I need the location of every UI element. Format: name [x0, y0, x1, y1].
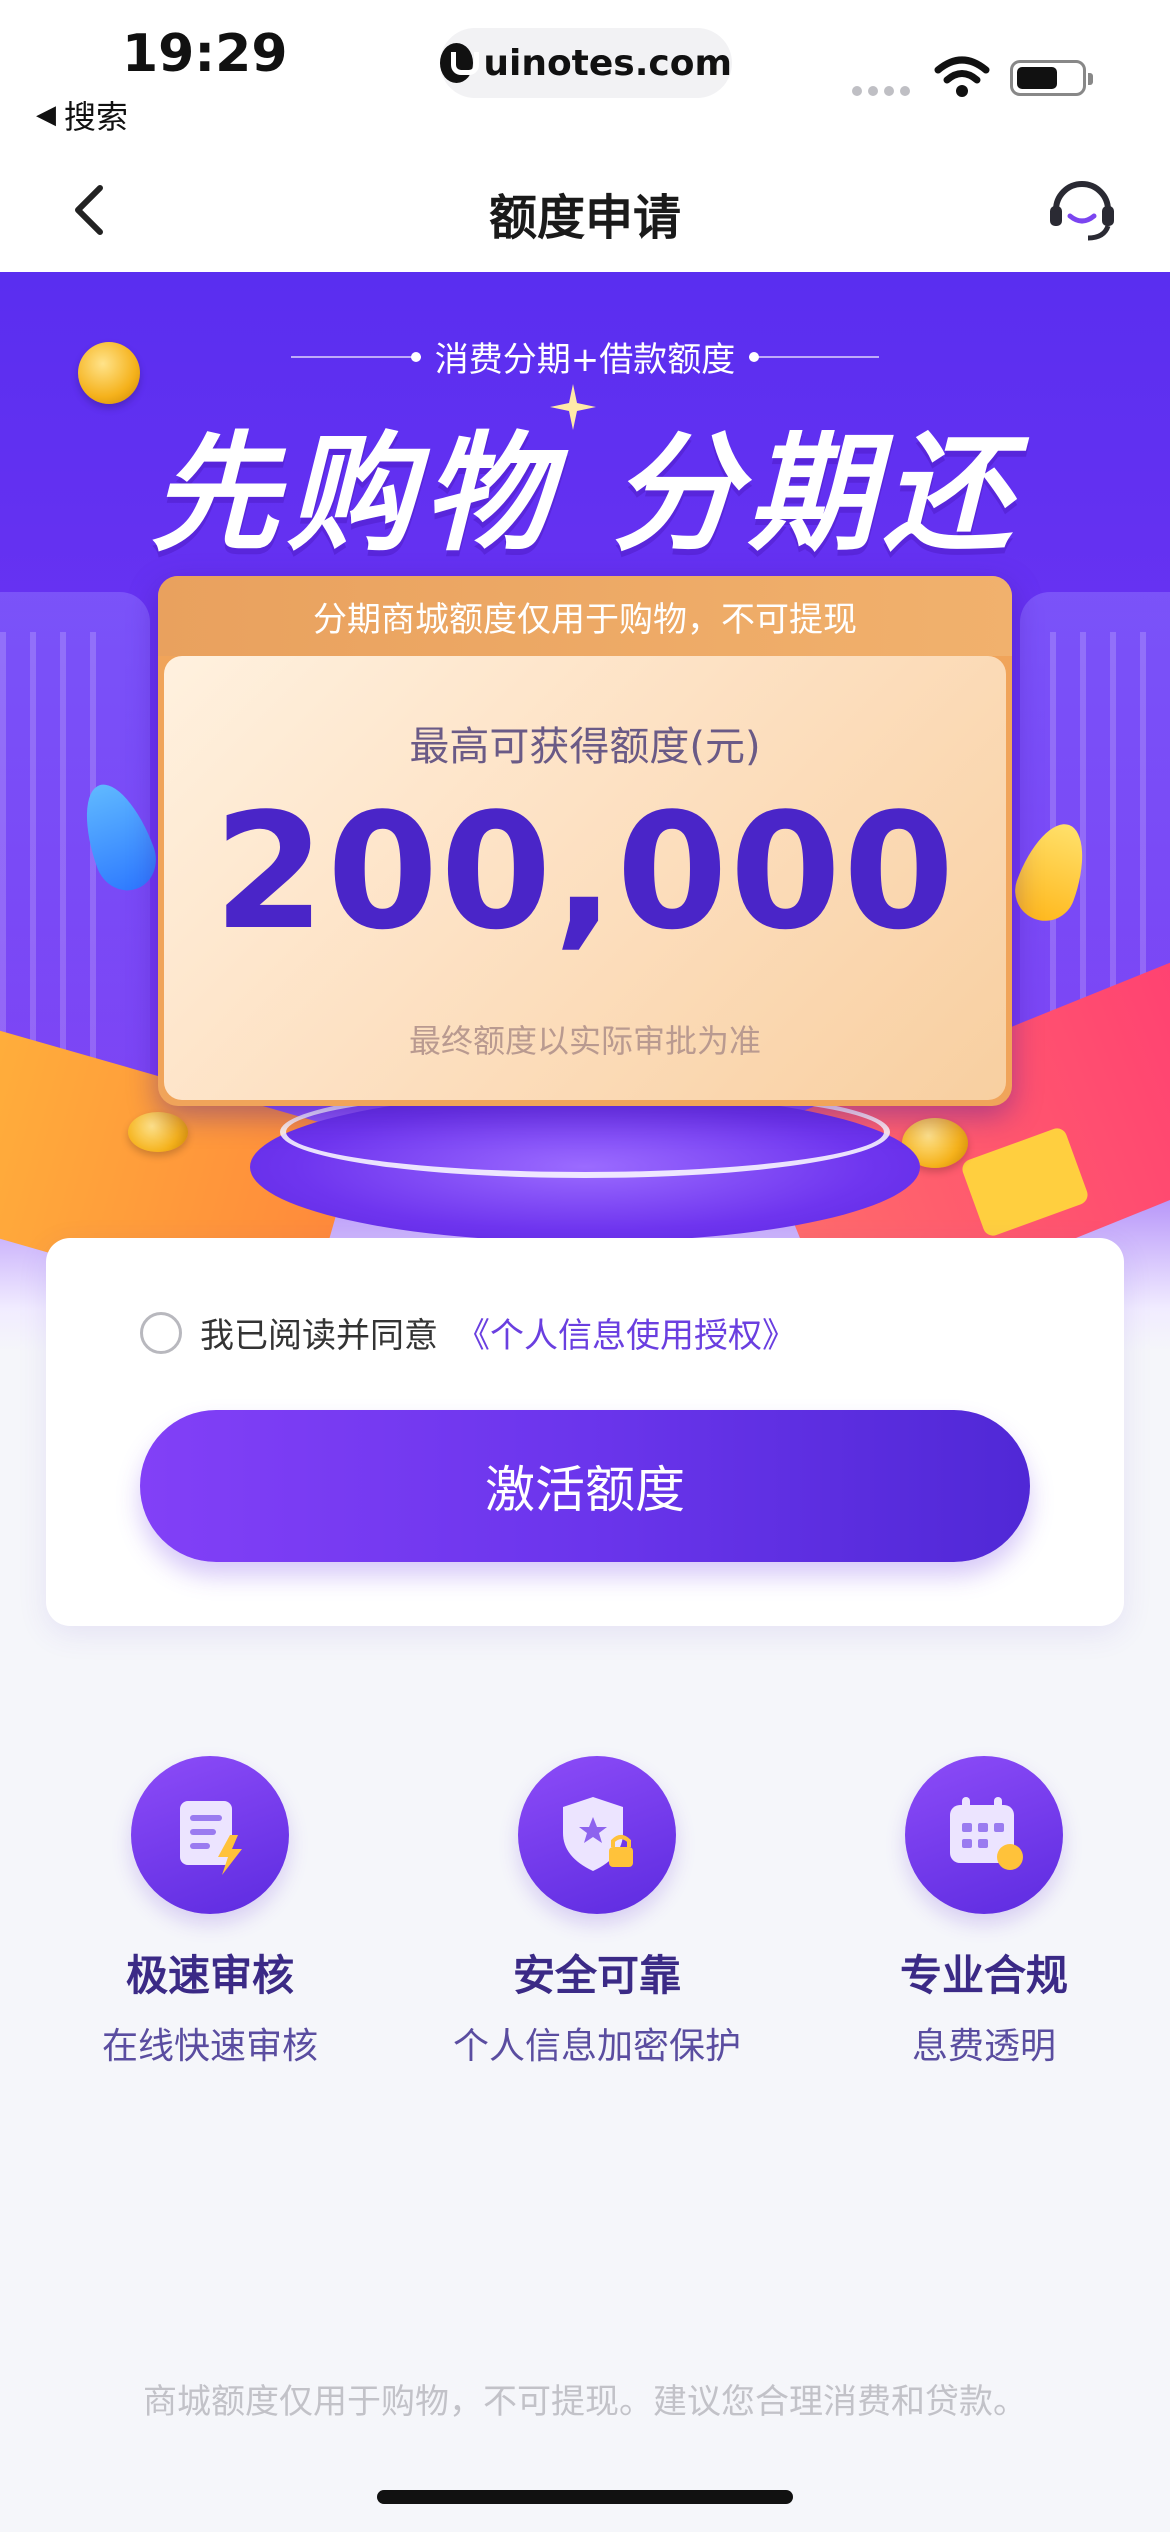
status-bar: 19:29 ◀ 搜索 uinotes.com [0, 0, 1170, 150]
feature-subtitle: 个人信息加密保护 [452, 2026, 741, 2067]
site-logo-icon [440, 43, 480, 83]
cellular-signal-icon [852, 86, 910, 96]
nav-bar: 额度申请 [0, 150, 1170, 272]
credit-limit-card: 分期商城额度仅用于购物，不可提现 最高可获得额度(元) 200,000 最终额度… [158, 576, 1012, 1106]
hero-subtitle-text: 消费分期+借款额度 [434, 340, 736, 380]
card-body: 最高可获得额度(元) 200,000 最终额度以实际审批为准 [164, 656, 1006, 1100]
feature-safe-reliable: 安全可靠 个人信息加密保护 [427, 1756, 767, 2069]
feature-compliance: 专业合规 息费透明 [814, 1756, 1154, 2069]
privacy-authorization-link[interactable]: 《个人信息使用授权》 [456, 1308, 796, 1357]
divider [749, 351, 880, 362]
status-back-label: 搜索 [64, 98, 129, 136]
feature-title: 极速审核 [125, 1951, 294, 2000]
feature-subtitle: 在线快速审核 [101, 2026, 318, 2067]
divider [290, 351, 421, 362]
url-text: uinotes.com [483, 42, 732, 84]
document-lightning-icon [131, 1756, 289, 1914]
coin-icon [128, 1112, 188, 1152]
feature-fast-review: 极速审核 在线快速审核 [40, 1756, 380, 2069]
activate-credit-button[interactable]: 激活额度 [140, 1410, 1030, 1562]
feature-title: 安全可靠 [512, 1951, 681, 2000]
hero-banner: 消费分期+借款额度 先购物 分期还 分期商城额度仅用于购物，不可提现 最高可获得… [0, 272, 1170, 1352]
battery-icon [1010, 60, 1093, 96]
customer-service-icon[interactable] [1044, 172, 1120, 248]
credit-amount: 200,000 [213, 778, 957, 965]
card-label: 最高可获得额度(元) [409, 724, 761, 770]
status-back-to-app[interactable]: ◀ 搜索 [36, 92, 128, 138]
agreement-text: 我已阅读并同意 [200, 1316, 438, 1356]
hero-subtitle: 消费分期+借款额度 [0, 332, 1170, 381]
feature-title: 专业合规 [899, 1951, 1068, 2000]
agreement-row: 我已阅读并同意 《个人信息使用授权》 [140, 1308, 796, 1357]
status-time: 19:29 [122, 24, 288, 84]
wifi-icon [934, 56, 990, 97]
sparkle-icon [550, 384, 596, 430]
agreement-checkbox[interactable] [140, 1311, 182, 1354]
footer-disclaimer: 商城额度仅用于购物，不可提现。建议您合理消费和贷款。 [143, 2382, 1027, 2422]
url-pill[interactable]: uinotes.com [440, 28, 732, 98]
apply-panel: 我已阅读并同意 《个人信息使用授权》 激活额度 [46, 1238, 1124, 1626]
shield-lock-icon [518, 1756, 676, 1914]
calendar-coin-icon [905, 1756, 1063, 1914]
page-title: 额度申请 [488, 190, 681, 246]
home-indicator[interactable] [377, 2490, 793, 2504]
card-header: 分期商城额度仅用于购物，不可提现 [158, 576, 1012, 656]
back-triangle-icon: ◀ [36, 100, 56, 130]
podium-decoration [250, 1086, 920, 1242]
feature-subtitle: 息费透明 [911, 2026, 1056, 2067]
card-note: 最终额度以实际审批为准 [408, 1022, 761, 1060]
